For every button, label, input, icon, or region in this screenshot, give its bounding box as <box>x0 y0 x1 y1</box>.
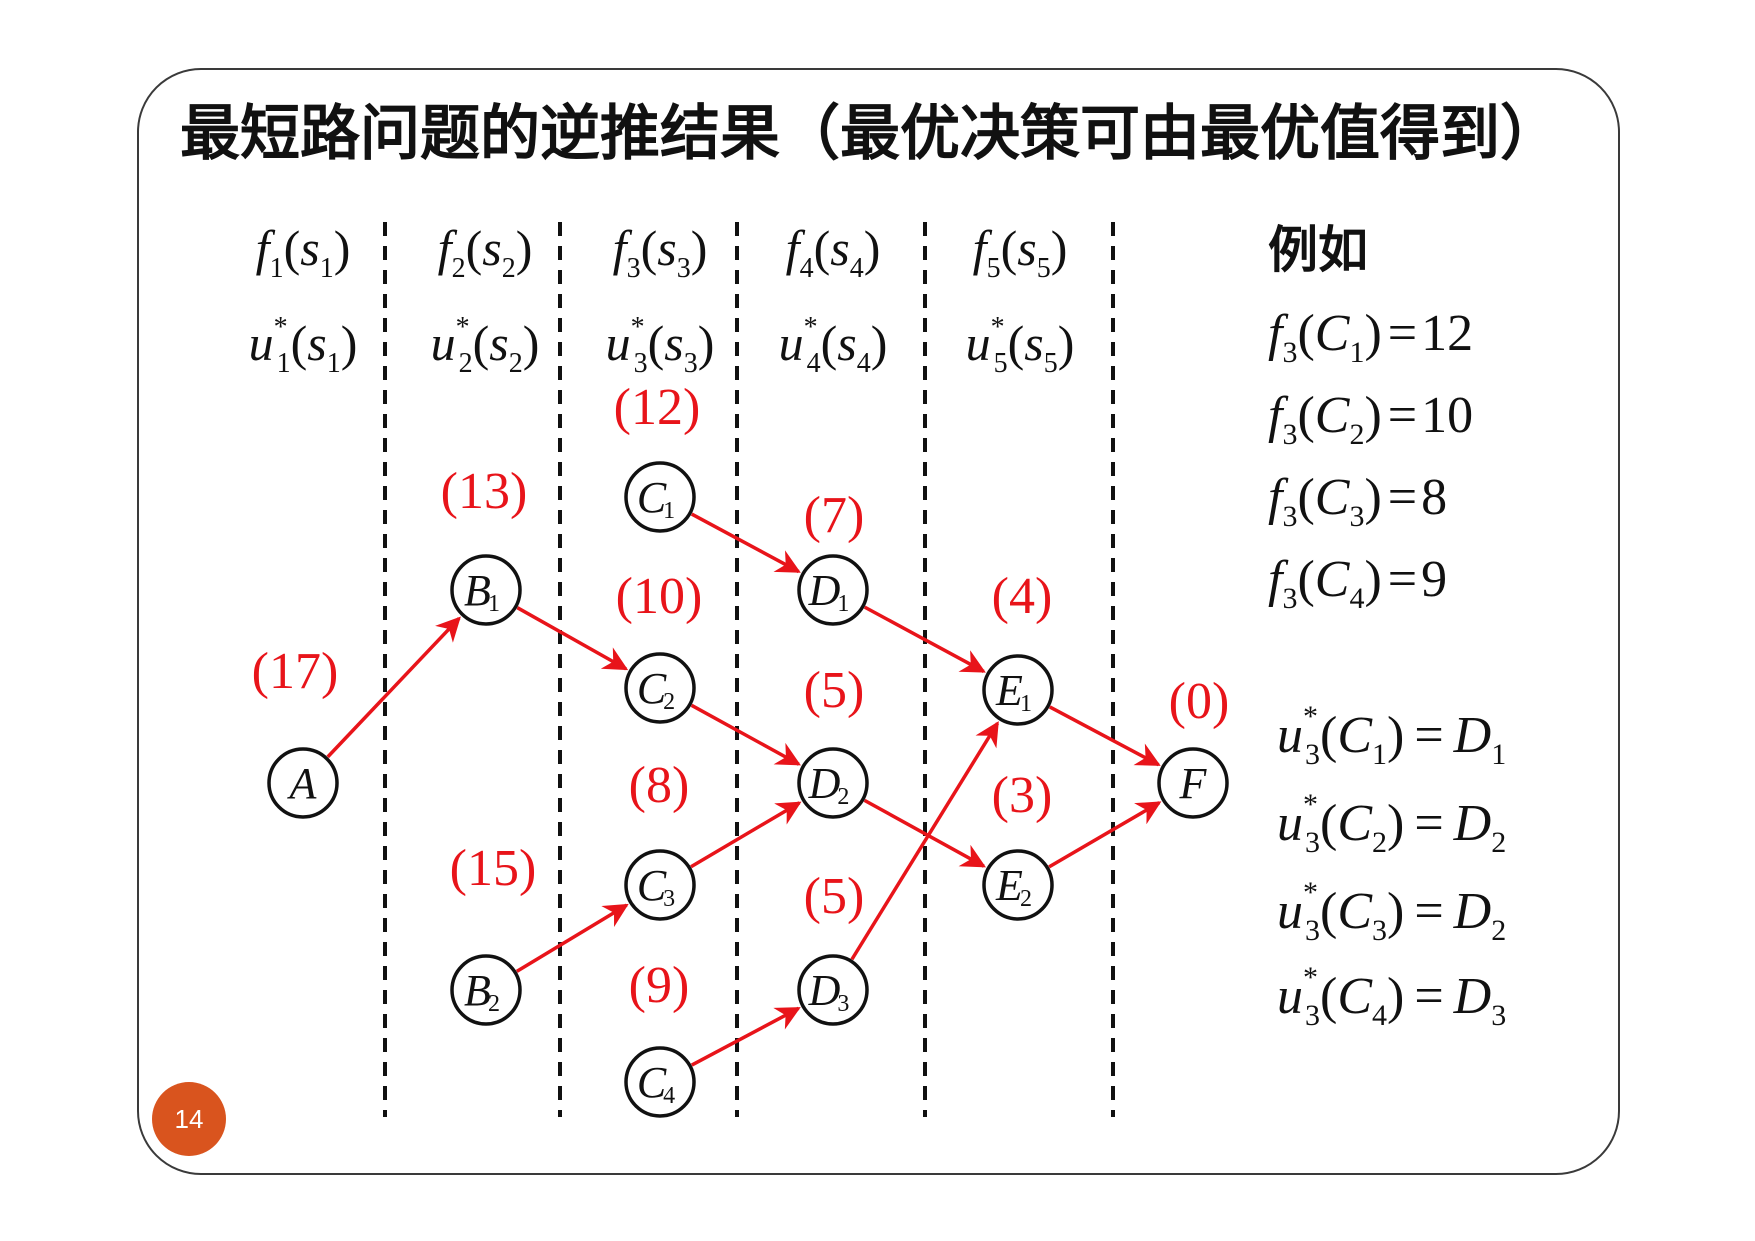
node-C4: C4 <box>624 1046 696 1118</box>
node-C2: C2 <box>624 652 696 724</box>
value-C1: (12) <box>614 379 701 436</box>
stage-2-u-label: u* 2(s2) <box>431 312 540 379</box>
example-u-row-2: u* 3(C2) = D2 <box>1277 788 1506 859</box>
edge-C1-D1 <box>690 512 801 574</box>
graph-nodes: A B1 B2 C1 C2 C3 C4 D1 D2 D3 E1 E2 F <box>267 461 1229 1118</box>
value-A: (17) <box>252 643 339 700</box>
stage-3-u-label: u* 3(s3) <box>606 312 715 379</box>
example-u-row-3: u* 3(C3) = D2 <box>1277 876 1506 947</box>
value-C3: (8) <box>629 757 690 814</box>
value-D2: (5) <box>804 662 865 719</box>
value-D1: (7) <box>804 487 865 544</box>
edge-C4-D3 <box>690 1006 801 1067</box>
edge-C2-D2 <box>690 703 801 766</box>
value-D3: (5) <box>804 868 865 925</box>
example-f-row-2: f3(C2) =10 <box>1268 387 1473 451</box>
value-B1: (13) <box>441 463 528 520</box>
node-E1: E1 <box>982 654 1054 726</box>
node-D1: D1 <box>797 554 869 626</box>
node-A-label: A <box>287 759 318 808</box>
stage-5-u-label: u* 5(s5) <box>966 312 1075 379</box>
value-B2: (15) <box>450 840 537 897</box>
edge-C3-D2 <box>690 801 802 869</box>
example-u-row-4: u* 3(C4) = D3 <box>1277 961 1506 1032</box>
node-B2: B2 <box>450 954 522 1026</box>
value-C2: (10) <box>616 568 703 625</box>
value-E1: (4) <box>992 568 1053 625</box>
node-values: (17) (13) (15) (12) (10) (8) (9) (7) (5) (5) (4) (3… <box>252 379 1230 1014</box>
example-heading: 例如 <box>1268 221 1368 279</box>
node-A: A <box>267 747 339 819</box>
edge-E1-F <box>1048 705 1161 767</box>
edge-E2-F <box>1048 801 1162 869</box>
example-f-row-4: f3(C4) =9 <box>1268 551 1447 615</box>
shortest-path-diagram: f1(s1) u* 1(s1) f2(s2) u* 2(s2) f3(s3) u* 3(s3) f… <box>249 220 1506 1118</box>
edge-B1-C2 <box>516 606 629 671</box>
stage-4-f-label: f4(s4) <box>786 220 881 284</box>
value-C4: (9) <box>629 957 690 1014</box>
node-F: F <box>1157 747 1229 819</box>
example-f-row-3: f3(C3) =8 <box>1268 469 1447 533</box>
node-C3: C3 <box>624 849 696 921</box>
node-B1: B1 <box>450 554 522 626</box>
node-F-label: F <box>1179 759 1208 808</box>
edge-B2-C3 <box>515 903 629 973</box>
stage-5-f-label: f5(s5) <box>973 220 1068 284</box>
stage-3-f-label: f3(s3) <box>613 220 708 284</box>
example-u-row-1: u* 3(C1) = D1 <box>1277 700 1506 771</box>
stage-2-f-label: f2(s2) <box>438 220 533 284</box>
example-f-row-1: f3(C1) =12 <box>1268 305 1473 369</box>
stage-4-u-label: u* 4(s4) <box>779 312 888 379</box>
node-C1: C1 <box>624 461 696 533</box>
value-E2: (3) <box>992 767 1053 824</box>
edge-A-B1 <box>326 616 461 759</box>
stage-1-f-label: f1(s1) <box>256 220 351 284</box>
stage-1-u-label: u* 1(s1) <box>249 312 358 379</box>
value-F: (0) <box>1169 673 1230 730</box>
stage-headers: f1(s1) u* 1(s1) f2(s2) u* 2(s2) f3(s3) u* 3(s3) f… <box>249 220 1075 379</box>
node-E2: E2 <box>982 849 1054 921</box>
node-D3: D3 <box>797 954 869 1026</box>
example-panel: 例如 f3(C1) =12 f3(C2) =10 f3(C3) =8 f3(C4) =9 u* 3(… <box>1268 221 1506 1032</box>
node-D2: D2 <box>797 747 869 819</box>
